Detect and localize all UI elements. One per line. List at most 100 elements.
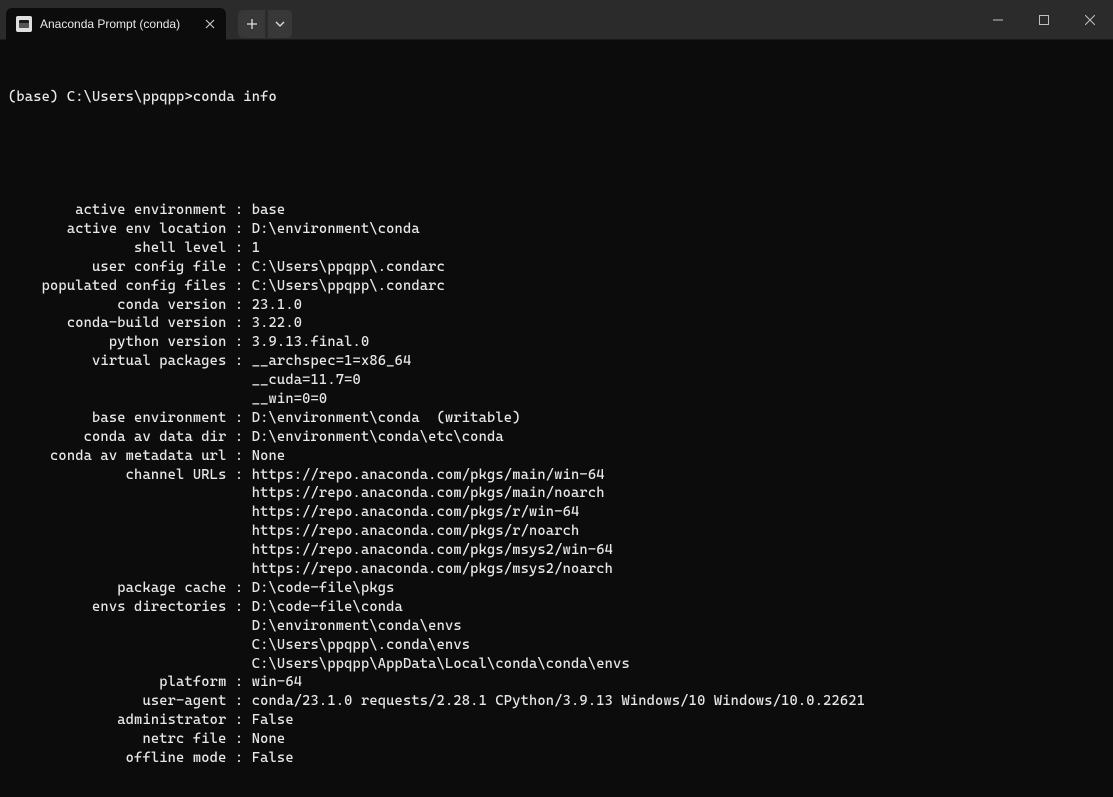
info-row: conda av data dir : D:\environment\conda… [8,428,1105,447]
info-separator: : [226,731,251,747]
info-value: https://repo.anaconda.com/pkgs/msys2/noa… [252,561,613,577]
info-separator: : [226,599,251,615]
titlebar: Anaconda Prompt (conda) [0,0,1113,40]
info-value: D:\code-file\conda [252,599,403,615]
tab-close-button[interactable] [202,16,218,32]
info-row-continuation: C:\Users\ppqpp\.conda\envs [8,636,1105,655]
info-label-empty [8,504,252,520]
info-value: https://repo.anaconda.com/pkgs/r/noarch [252,523,580,539]
info-separator: : [226,297,251,313]
info-label-empty [8,542,252,558]
info-separator: : [226,240,251,256]
info-label-empty [8,618,252,634]
info-separator: : [226,467,251,483]
info-row-continuation: https://repo.anaconda.com/pkgs/msys2/noa… [8,560,1105,579]
tab-title: Anaconda Prompt (conda) [40,17,180,31]
new-tab-button[interactable] [238,10,266,38]
info-label: python version [8,334,226,350]
info-value: C:\Users\ppqpp\.condarc [252,278,445,294]
info-separator: : [226,410,251,426]
info-value: https://repo.anaconda.com/pkgs/main/win-… [252,467,605,483]
info-value: D:\environment\conda (writable) [252,410,521,426]
info-value: https://repo.anaconda.com/pkgs/main/noar… [252,485,605,501]
info-label-empty [8,391,252,407]
info-separator: : [226,221,251,237]
info-label: user config file [8,259,226,275]
info-value: C:\Users\ppqpp\AppData\Local\conda\conda… [252,656,630,672]
info-value: win-64 [252,674,302,690]
tab-content: Anaconda Prompt (conda) [16,16,180,32]
minimize-button[interactable] [975,0,1021,39]
info-value: 3.9.13.final.0 [252,334,370,350]
info-label-empty [8,523,252,539]
info-value: conda/23.1.0 requests/2.28.1 CPython/3.9… [252,693,865,709]
info-value: __win=0=0 [252,391,328,407]
info-label: conda av data dir [8,429,226,445]
info-label: netrc file [8,731,226,747]
info-label: active environment [8,202,226,218]
info-row: shell level : 1 [8,239,1105,258]
info-separator: : [226,693,251,709]
info-row-continuation: __cuda=11.7=0 [8,371,1105,390]
tab-active[interactable]: Anaconda Prompt (conda) [6,8,226,40]
info-row: virtual packages : __archspec=1=x86_64 [8,352,1105,371]
info-separator: : [226,202,251,218]
info-row: base environment : D:\environment\conda … [8,409,1105,428]
info-row: package cache : D:\code-file\pkgs [8,579,1105,598]
info-label: administrator [8,712,226,728]
maximize-button[interactable] [1021,0,1067,39]
info-value: __archspec=1=x86_64 [252,353,412,369]
info-label: user-agent [8,693,226,709]
info-row-continuation: __win=0=0 [8,390,1105,409]
info-separator: : [226,259,251,275]
info-row: python version : 3.9.13.final.0 [8,333,1105,352]
info-value: None [252,448,286,464]
info-row: offline mode : False [8,749,1105,768]
info-label: active env location [8,221,226,237]
info-value: 1 [252,240,260,256]
info-value: C:\Users\ppqpp\.conda\envs [252,637,470,653]
info-label: package cache [8,580,226,596]
tab-dropdown-button[interactable] [268,10,292,38]
info-value: 23.1.0 [252,297,302,313]
info-row-continuation: https://repo.anaconda.com/pkgs/r/noarch [8,522,1105,541]
info-row: conda av metadata url : None [8,447,1105,466]
info-row: netrc file : None [8,730,1105,749]
info-value: False [252,712,294,728]
info-value: D:\code-file\pkgs [252,580,395,596]
info-value: 3.22.0 [252,315,302,331]
blank-line [8,144,1105,163]
info-separator: : [226,334,251,350]
prompt-line: (base) C:\Users\ppqpp>conda info [8,88,1105,107]
info-separator: : [226,315,251,331]
conda-info-output: active environment : base active env loc… [8,201,1105,768]
info-value: D:\environment\conda\etc\conda [252,429,504,445]
info-separator: : [226,580,251,596]
info-label-empty [8,637,252,653]
terminal-area[interactable]: (base) C:\Users\ppqpp>conda info active … [0,40,1113,797]
close-button[interactable] [1067,0,1113,39]
info-row-continuation: https://repo.anaconda.com/pkgs/msys2/win… [8,541,1105,560]
info-label: conda-build version [8,315,226,331]
info-value: base [252,202,286,218]
info-label-empty [8,485,252,501]
info-separator: : [226,674,251,690]
info-label-empty [8,656,252,672]
info-row: envs directories : D:\code-file\conda [8,598,1105,617]
info-label: envs directories [8,599,226,615]
info-separator: : [226,448,251,464]
info-row-continuation: C:\Users\ppqpp\AppData\Local\conda\conda… [8,655,1105,674]
tab-controls [238,10,292,38]
info-value: https://repo.anaconda.com/pkgs/msys2/win… [252,542,613,558]
window-controls [975,0,1113,39]
info-separator: : [226,278,251,294]
info-label: base environment [8,410,226,426]
info-value: C:\Users\ppqpp\.condarc [252,259,445,275]
info-row: user config file : C:\Users\ppqpp\.conda… [8,258,1105,277]
info-separator: : [226,353,251,369]
info-separator: : [226,712,251,728]
info-row: channel URLs : https://repo.anaconda.com… [8,466,1105,485]
info-label: virtual packages [8,353,226,369]
info-label: offline mode [8,750,226,766]
info-label: conda version [8,297,226,313]
